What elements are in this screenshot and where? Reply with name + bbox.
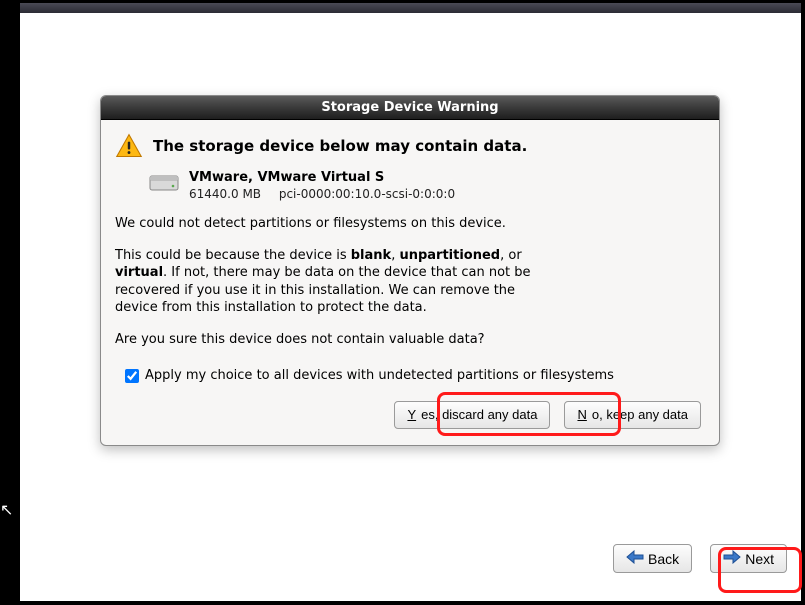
arrow-right-icon [723, 550, 741, 567]
mouse-cursor-icon: ↖ [0, 500, 13, 519]
device-row: VMware, VMware Virtual S 61440.0 MB pci-… [149, 170, 705, 201]
device-size: 61440.0 MB [189, 187, 275, 201]
installer-page: Storage Device Warning The storage devic… [20, 3, 801, 601]
hard-drive-icon [149, 170, 179, 194]
yes-discard-button[interactable]: Yes, discard any data [394, 401, 550, 429]
dialog-body: The storage device below may contain dat… [101, 120, 719, 445]
top-accent-bar [20, 3, 801, 13]
device-path: pci-0000:00:10.0-scsi-0:0:0:0 [279, 187, 455, 201]
next-button[interactable]: Next [710, 544, 787, 573]
explanation-message: This could be because the device is blan… [115, 247, 535, 317]
apply-all-checkbox[interactable] [125, 369, 139, 383]
storage-warning-dialog: Storage Device Warning The storage devic… [100, 95, 720, 446]
confirm-question: Are you sure this device does not contai… [115, 331, 535, 349]
dialog-title: Storage Device Warning [101, 96, 719, 120]
dialog-heading: The storage device below may contain dat… [153, 137, 527, 155]
wizard-footer: Back Next [613, 544, 787, 573]
detect-message: We could not detect partitions or filesy… [115, 215, 535, 233]
apply-all-checkbox-row[interactable]: Apply my choice to all devices with unde… [125, 368, 705, 383]
back-button[interactable]: Back [613, 544, 692, 573]
device-details: 61440.0 MB pci-0000:00:10.0-scsi-0:0:0:0 [189, 187, 455, 201]
apply-all-label: Apply my choice to all devices with unde… [145, 368, 614, 383]
arrow-left-icon [626, 550, 644, 567]
warning-icon [115, 132, 143, 160]
no-keep-button[interactable]: No, keep any data [564, 401, 701, 429]
device-name: VMware, VMware Virtual S [189, 170, 455, 185]
